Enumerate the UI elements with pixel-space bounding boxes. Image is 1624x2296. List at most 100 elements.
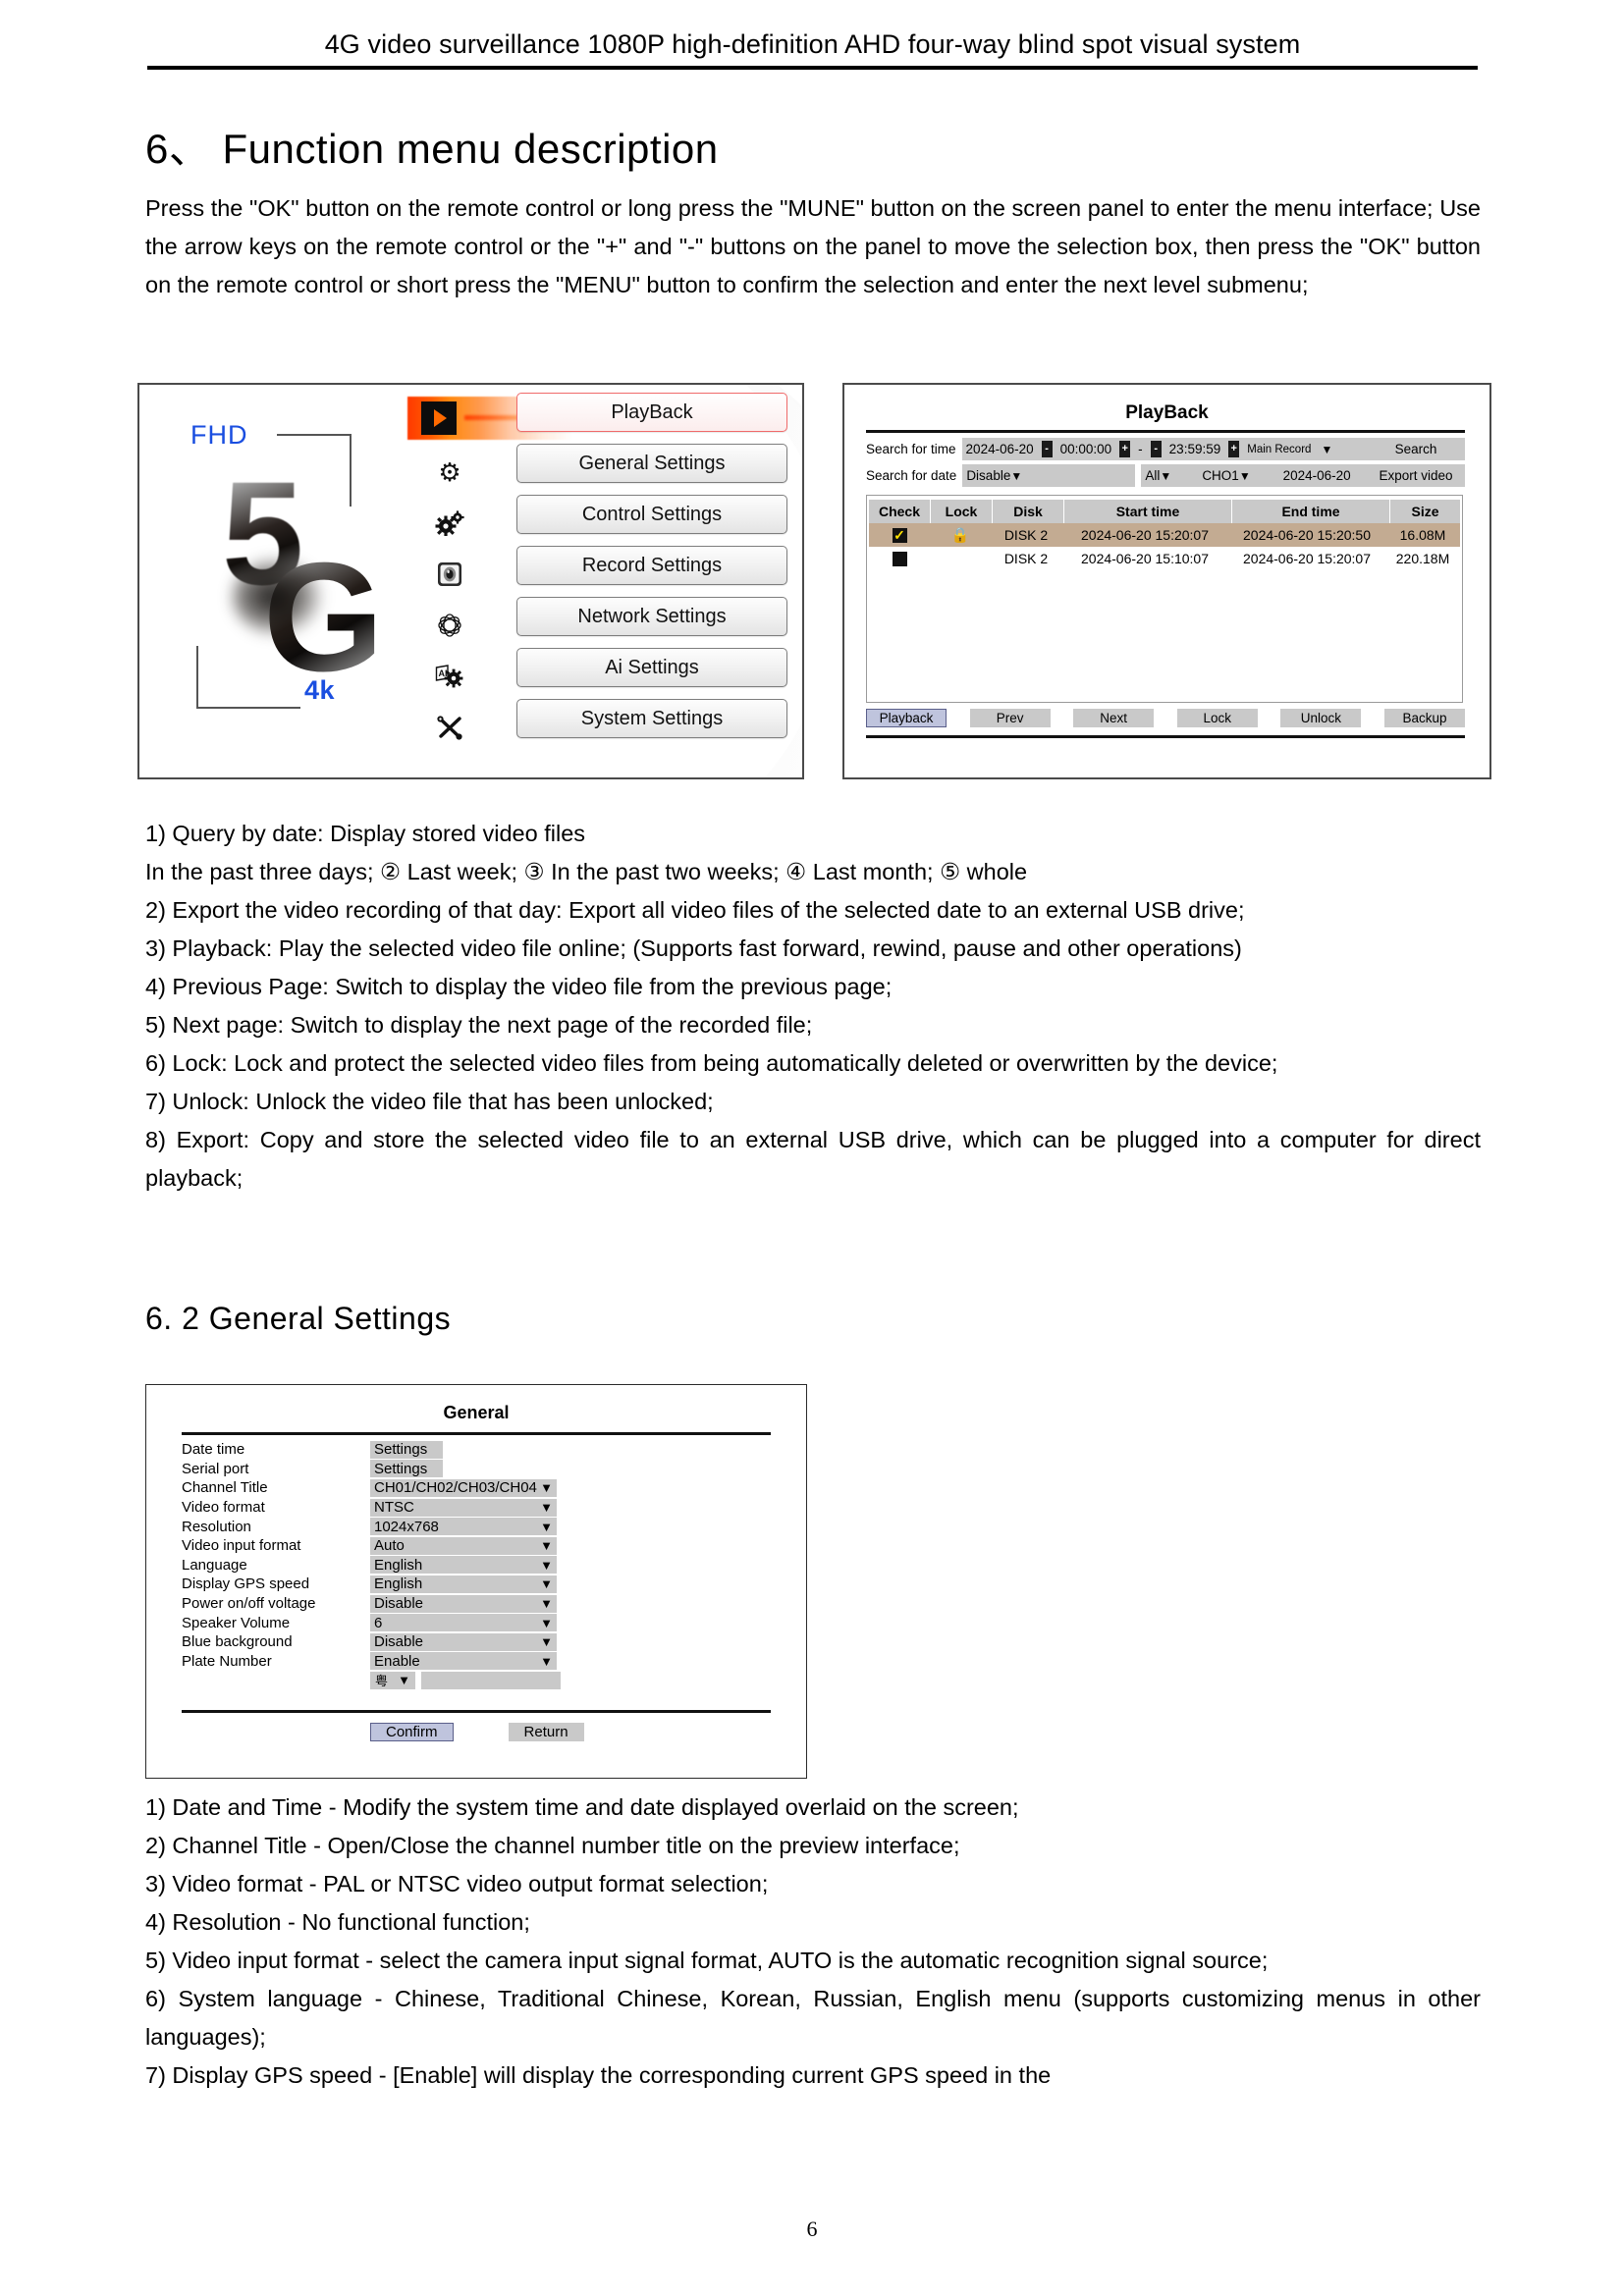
chevron-down-icon: ▼ (1238, 468, 1251, 483)
plate-province-dropdown[interactable]: 粤 ▼ (370, 1671, 415, 1689)
start-time-increment-button[interactable]: + (1119, 441, 1131, 457)
chevron-down-icon: ▼ (1160, 468, 1172, 483)
logo-fhd-label: FHD (190, 420, 248, 450)
unlock-button[interactable]: Unlock (1280, 709, 1362, 727)
page-header: 4G video surveillance 1080P high-definit… (147, 29, 1478, 70)
menu-item-record-settings[interactable]: Record Settings (516, 546, 787, 585)
prev-button[interactable]: Prev (969, 709, 1051, 727)
column-header-disk: Disk (992, 500, 1063, 523)
search-date-field[interactable]: 2024-06-20 (1267, 464, 1367, 487)
menu-item-network-settings[interactable]: Network Settings (516, 597, 787, 636)
list-item: 2) Export the video recording of that da… (145, 897, 1245, 923)
figure-menu-and-playback: FHD 5 G 4k ⚙ AI PlayBack General Setting… (137, 383, 1491, 779)
header-title: 4G video surveillance 1080P high-definit… (324, 29, 1301, 59)
all-channels-value: All (1145, 468, 1161, 483)
end-time-increment-button[interactable]: + (1228, 441, 1240, 457)
list-item: 3) Video format - PAL or NTSC video outp… (145, 1871, 769, 1896)
settings-row-display-gps-speed: Display GPS speed English ▼ (182, 1575, 771, 1594)
search-time-date-field[interactable]: 2024-06-20 (961, 438, 1038, 460)
start-time-decrement-button[interactable]: - (1041, 441, 1053, 457)
display-gps-speed-dropdown[interactable]: English ▼ (370, 1575, 557, 1593)
start-time-field[interactable]: 00:00:00 (1056, 438, 1116, 460)
row-checkbox[interactable] (869, 547, 930, 570)
row-start-time: 2024-06-20 15:20:07 (1081, 527, 1209, 543)
date-time-settings-button[interactable]: Settings (370, 1440, 443, 1459)
return-button[interactable]: Return (508, 1723, 584, 1741)
speaker-volume-dropdown[interactable]: 6 ▼ (370, 1614, 557, 1632)
playback-notes-list: 1) Query by date: Display stored video f… (145, 815, 1481, 1198)
blue-background-dropdown[interactable]: Disable ▼ (370, 1632, 557, 1651)
ai-gear-svg: AI (435, 665, 463, 688)
playback-button[interactable]: Playback (866, 709, 947, 727)
search-for-date-label: Search for date (866, 468, 957, 483)
all-channels-dropdown[interactable]: All ▼ (1141, 464, 1199, 487)
language-dropdown[interactable]: English ▼ (370, 1556, 557, 1575)
row-label: Video format (182, 1499, 265, 1517)
row-value: Disable (374, 1633, 424, 1651)
video-format-dropdown[interactable]: NTSC ▼ (370, 1498, 557, 1517)
row-label: Date time (182, 1441, 245, 1459)
chevron-down-icon: ▼ (540, 1480, 553, 1496)
table-row[interactable]: ✓ 🔒 DISK 2 2024-06-20 15:20:07 2024-06-2… (869, 523, 1460, 547)
next-button[interactable]: Next (1073, 709, 1155, 727)
row-label: Channel Title (182, 1479, 268, 1497)
list-item: 5) Video input format - select the camer… (145, 1948, 1269, 1973)
chevron-down-icon: ▼ (540, 1500, 553, 1516)
serial-port-settings-button[interactable]: Settings (370, 1460, 443, 1478)
channel-dropdown[interactable]: CHO1 ▼ (1198, 464, 1268, 487)
search-button[interactable]: Search (1367, 438, 1465, 460)
menu-item-label: Network Settings (577, 605, 727, 627)
list-item: 7) Unlock: Unlock the video file that ha… (145, 1089, 714, 1114)
date-range-dropdown[interactable]: Disable ▼ (962, 464, 1136, 487)
menu-item-system-settings[interactable]: System Settings (516, 699, 787, 738)
list-item: 1) Date and Time - Modify the system tim… (145, 1794, 1019, 1820)
chevron-down-icon: ▼ (540, 1653, 553, 1669)
chevron-down-icon: ▼ (1010, 468, 1023, 483)
resolution-dropdown[interactable]: 1024x768 ▼ (370, 1518, 557, 1536)
end-time-increment-wrap: + (1224, 438, 1244, 460)
end-time-decrement-button[interactable]: - (1150, 441, 1162, 457)
menu-item-playback[interactable]: PlayBack (516, 393, 787, 432)
menu-item-control-settings[interactable]: Control Settings (516, 495, 787, 534)
playback-screen-panel: PlayBack Search for time 2024-06-20 - 00… (842, 383, 1491, 779)
export-video-button[interactable]: Export video (1367, 464, 1465, 487)
menu-item-label: PlayBack (611, 400, 693, 423)
end-time-field[interactable]: 23:59:59 (1164, 438, 1225, 460)
row-lock-cell[interactable] (930, 547, 991, 570)
row-lock-cell[interactable]: 🔒 (930, 523, 991, 547)
menu-item-ai-settings[interactable]: Ai Settings (516, 648, 787, 687)
video-input-format-dropdown[interactable]: Auto ▼ (370, 1536, 557, 1555)
chevron-down-icon: ▼ (1321, 442, 1333, 456)
section-6-paragraph: Press the "OK" button on the remote cont… (145, 195, 1481, 297)
menu-item-general-settings[interactable]: General Settings (516, 444, 787, 483)
record-type-dropdown[interactable]: Main Record ▼ (1243, 438, 1367, 460)
list-item: 4) Previous Page: Switch to display the … (145, 974, 893, 999)
date-range-value: Disable (966, 468, 1011, 483)
power-onoff-voltage-dropdown[interactable]: Disable ▼ (370, 1594, 557, 1613)
plate-number-input[interactable] (421, 1671, 561, 1689)
camera-svg (438, 562, 461, 586)
channel-title-dropdown[interactable]: CH01/CH02/CH03/CH04 ▼ (370, 1478, 557, 1497)
settings-row-resolution: Resolution 1024x768 ▼ (182, 1517, 771, 1536)
row-value: CH01/CH02/CH03/CH04 (374, 1479, 537, 1497)
menu-item-label: General Settings (578, 452, 726, 474)
record-type-value: Main Record (1247, 443, 1312, 455)
confirm-button[interactable]: Confirm (370, 1723, 454, 1741)
chevron-down-icon: ▼ (540, 1596, 553, 1612)
row-checkbox[interactable]: ✓ (869, 523, 930, 547)
row-label: Power on/off voltage (182, 1595, 316, 1613)
column-header-end-time: End time (1231, 500, 1389, 523)
search-for-date-row: Search for date Disable ▼ All ▼ CHO1 ▼ 2… (866, 464, 1465, 487)
plate-number-dropdown[interactable]: Enable ▼ (370, 1652, 557, 1671)
column-header-check: Check (878, 504, 921, 519)
lock-button[interactable]: Lock (1176, 709, 1258, 727)
backup-button[interactable]: Backup (1383, 709, 1465, 727)
camera-icon (420, 554, 479, 595)
chevron-down-icon: ▼ (540, 1576, 553, 1592)
table-row[interactable]: DISK 2 2024-06-20 15:10:07 2024-06-20 15… (869, 547, 1460, 570)
plate-province-value: 粤 (375, 1674, 389, 1689)
start-time-increment-wrap: + (1115, 438, 1135, 460)
list-item: In the past three days; ② Last week; ③ I… (145, 859, 1028, 884)
settings-row-language: Language English ▼ (182, 1556, 771, 1575)
general-settings-rows: Date time Settings Serial port Settings … (182, 1440, 771, 1690)
